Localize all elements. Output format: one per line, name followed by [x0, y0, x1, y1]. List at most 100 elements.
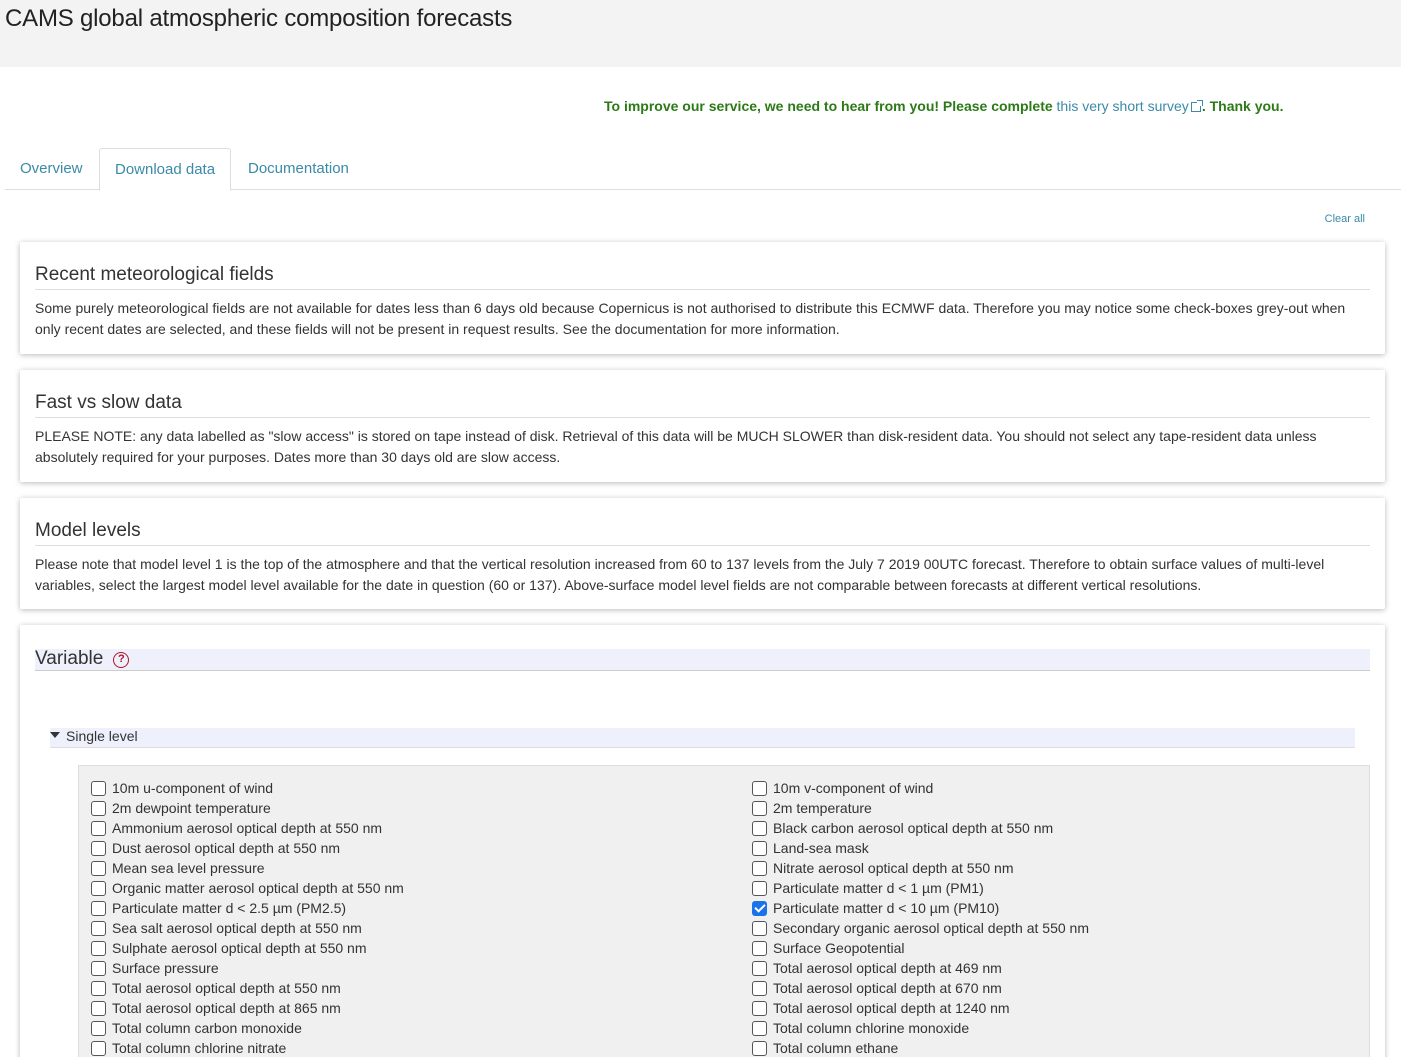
variable-checkbox[interactable]: [752, 1020, 767, 1036]
variable-checkbox[interactable]: [91, 800, 106, 816]
variable-label[interactable]: Particulate matter d < 2.5 µm (PM2.5): [112, 900, 346, 916]
variable-option[interactable]: 10m v-component of wind: [752, 778, 1089, 798]
variable-checkbox[interactable]: [91, 900, 106, 916]
variable-label[interactable]: Total column carbon monoxide: [112, 1020, 302, 1036]
variable-label[interactable]: Dust aerosol optical depth at 550 nm: [112, 840, 340, 856]
variable-checkbox[interactable]: [91, 960, 106, 976]
variable-label[interactable]: Secondary organic aerosol optical depth …: [773, 920, 1089, 936]
variable-checkbox[interactable]: [91, 1020, 106, 1036]
variable-checkbox[interactable]: [752, 980, 767, 996]
card-title: Model levels: [35, 520, 1370, 546]
variable-label[interactable]: Black carbon aerosol optical depth at 55…: [773, 820, 1053, 836]
variable-label[interactable]: Land-sea mask: [773, 840, 869, 856]
variable-option[interactable]: 2m dewpoint temperature: [91, 798, 404, 818]
variable-option[interactable]: Particulate matter d < 2.5 µm (PM2.5): [91, 898, 404, 918]
variable-label[interactable]: 10m v-component of wind: [773, 780, 933, 796]
subgroup-single-level[interactable]: Single level: [50, 728, 1355, 748]
tab-overview[interactable]: Overview: [5, 148, 98, 190]
variable-option[interactable]: Black carbon aerosol optical depth at 55…: [752, 818, 1089, 838]
variable-checkbox[interactable]: [752, 1040, 767, 1056]
variable-checkbox[interactable]: [91, 780, 106, 796]
card-title: Recent meteorological fields: [35, 264, 1370, 290]
variable-option[interactable]: Secondary organic aerosol optical depth …: [752, 918, 1089, 938]
variable-checkbox[interactable]: [752, 920, 767, 936]
variable-checkbox[interactable]: [752, 840, 767, 856]
variable-checkbox[interactable]: [752, 820, 767, 836]
variable-label[interactable]: Organic matter aerosol optical depth at …: [112, 880, 404, 896]
variable-option[interactable]: Total aerosol optical depth at 670 nm: [752, 978, 1089, 998]
caret-down-icon: [50, 732, 60, 738]
variable-checkbox[interactable]: [752, 880, 767, 896]
variable-option[interactable]: Surface pressure: [91, 958, 404, 978]
variable-label[interactable]: Ammonium aerosol optical depth at 550 nm: [112, 820, 382, 836]
variable-option[interactable]: Total column chlorine monoxide: [752, 1018, 1089, 1038]
variable-label[interactable]: 2m dewpoint temperature: [112, 800, 271, 816]
variable-label[interactable]: Total aerosol optical depth at 550 nm: [112, 980, 341, 996]
variable-label[interactable]: Total column chlorine monoxide: [773, 1020, 969, 1036]
variable-title: Variable: [35, 648, 104, 669]
question-circle-icon[interactable]: ?: [113, 652, 130, 668]
variable-label[interactable]: Surface pressure: [112, 960, 219, 976]
variable-option[interactable]: Total aerosol optical depth at 469 nm: [752, 958, 1089, 978]
variable-option[interactable]: Particulate matter d < 10 µm (PM10): [752, 898, 1089, 918]
variable-checkbox[interactable]: [91, 860, 106, 876]
variable-checkbox[interactable]: [91, 880, 106, 896]
variable-checkbox[interactable]: [752, 860, 767, 876]
variable-checkbox[interactable]: [752, 940, 767, 956]
variable-checkbox[interactable]: [752, 800, 767, 816]
variable-option[interactable]: Total column carbon monoxide: [91, 1018, 404, 1038]
variable-option[interactable]: Total column chlorine nitrate: [91, 1038, 404, 1057]
variable-checkbox[interactable]: [752, 1000, 767, 1016]
variable-checkbox[interactable]: [91, 820, 106, 836]
variable-option[interactable]: Sulphate aerosol optical depth at 550 nm: [91, 938, 404, 958]
variable-label[interactable]: Total aerosol optical depth at 865 nm: [112, 1000, 341, 1016]
variable-label[interactable]: Total column chlorine nitrate: [112, 1040, 286, 1056]
variable-option[interactable]: Total aerosol optical depth at 1240 nm: [752, 998, 1089, 1018]
variable-checkbox[interactable]: [752, 960, 767, 976]
variable-label[interactable]: Total aerosol optical depth at 1240 nm: [773, 1000, 1010, 1016]
variable-option[interactable]: Ammonium aerosol optical depth at 550 nm: [91, 818, 404, 838]
variable-option[interactable]: Total column ethane: [752, 1038, 1089, 1057]
variable-label[interactable]: Mean sea level pressure: [112, 860, 265, 876]
variable-option[interactable]: Total aerosol optical depth at 550 nm: [91, 978, 404, 998]
variable-checkbox[interactable]: [91, 840, 106, 856]
variable-option[interactable]: Organic matter aerosol optical depth at …: [91, 878, 404, 898]
variable-label[interactable]: 10m u-component of wind: [112, 780, 273, 796]
variable-checkbox[interactable]: [91, 940, 106, 956]
variable-option[interactable]: Surface Geopotential: [752, 938, 1089, 958]
variable-option[interactable]: Sea salt aerosol optical depth at 550 nm: [91, 918, 404, 938]
survey-banner: To improve our service, we need to hear …: [0, 98, 1401, 114]
survey-link[interactable]: this very short survey: [1057, 98, 1189, 114]
variable-option[interactable]: 2m temperature: [752, 798, 1089, 818]
tab-documentation[interactable]: Documentation: [233, 148, 364, 190]
variable-label[interactable]: Particulate matter d < 10 µm (PM10): [773, 900, 999, 916]
variable-label[interactable]: Nitrate aerosol optical depth at 550 nm: [773, 860, 1013, 876]
variable-label[interactable]: Total column ethane: [773, 1040, 898, 1056]
variable-label[interactable]: Surface Geopotential: [773, 940, 905, 956]
card-text: Please note that model level 1 is the to…: [35, 556, 1325, 593]
tab-download-data[interactable]: Download data: [99, 148, 232, 191]
variable-label[interactable]: Sea salt aerosol optical depth at 550 nm: [112, 920, 362, 936]
variable-label[interactable]: Sulphate aerosol optical depth at 550 nm: [112, 940, 367, 956]
variable-checkbox[interactable]: [91, 1000, 106, 1016]
variable-checkbox[interactable]: [752, 780, 767, 796]
variable-option[interactable]: Particulate matter d < 1 µm (PM1): [752, 878, 1089, 898]
variable-option[interactable]: Dust aerosol optical depth at 550 nm: [91, 838, 404, 858]
variable-option[interactable]: Land-sea mask: [752, 838, 1089, 858]
variable-option[interactable]: Total aerosol optical depth at 865 nm: [91, 998, 404, 1018]
tab-bar: Overview Download data Documentation: [5, 148, 1401, 191]
variable-label[interactable]: 2m temperature: [773, 800, 872, 816]
variable-label[interactable]: Particulate matter d < 1 µm (PM1): [773, 880, 984, 896]
variable-label[interactable]: Total aerosol optical depth at 469 nm: [773, 960, 1002, 976]
variable-option[interactable]: Mean sea level pressure: [91, 858, 404, 878]
variable-checkbox[interactable]: [91, 920, 106, 936]
variable-checkbox[interactable]: [91, 1040, 106, 1056]
variable-checkbox[interactable]: [752, 900, 767, 916]
clear-all-link[interactable]: Clear all: [1325, 213, 1365, 225]
variable-option[interactable]: 10m u-component of wind: [91, 778, 404, 798]
card-text: Some purely meteorological fields are no…: [35, 300, 1346, 337]
variable-checkbox[interactable]: [91, 980, 106, 996]
variable-option[interactable]: Nitrate aerosol optical depth at 550 nm: [752, 858, 1089, 878]
variable-label[interactable]: Total aerosol optical depth at 670 nm: [773, 980, 1002, 996]
card-text: PLEASE NOTE: any data labelled as "slow …: [35, 428, 1317, 465]
